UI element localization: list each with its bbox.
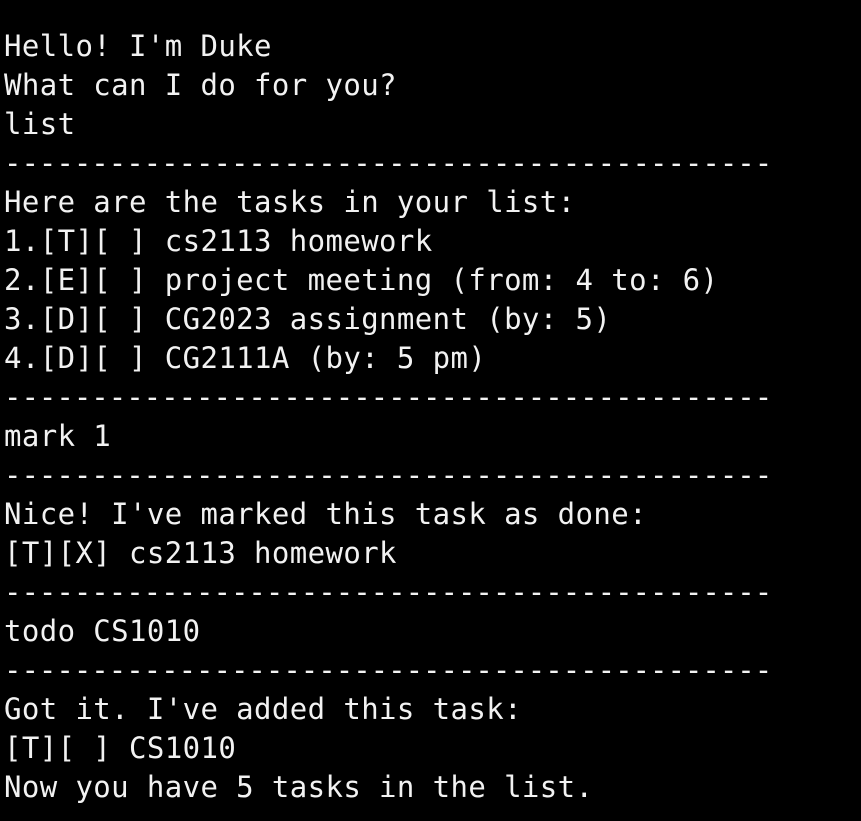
task-item: [T][X] cs2113 homework	[4, 536, 397, 570]
separator-line: ----------------------------------------…	[4, 575, 773, 609]
separator-line: ----------------------------------------…	[4, 653, 773, 687]
prompt-line: What can I do for you?	[4, 68, 397, 102]
response-header: Nice! I've marked this task as done:	[4, 497, 647, 531]
separator-line: ----------------------------------------…	[4, 807, 772, 821]
task-count-line: Now you have 5 tasks in the list.	[4, 770, 594, 804]
response-header: Got it. I've added this task:	[4, 692, 522, 726]
task-item: 3.[D][ ] CG2023 assignment (by: 5)	[4, 302, 612, 336]
response-header: Here are the tasks in your list:	[4, 185, 576, 219]
task-item: 2.[E][ ] project meeting (from: 4 to: 6)	[4, 263, 719, 297]
user-command: todo CS1010	[4, 614, 201, 648]
task-item: [T][ ] CS1010	[4, 731, 237, 765]
user-command: list	[4, 107, 76, 141]
terminal-window[interactable]: Hello! I'm Duke What can I do for you? l…	[0, 0, 861, 821]
task-item: 1.[T][ ] cs2113 homework	[4, 224, 433, 258]
user-command: mark 1	[4, 419, 112, 453]
terminal-output: Hello! I'm Duke What can I do for you? l…	[4, 0, 772, 821]
separator-line: ----------------------------------------…	[4, 380, 773, 414]
separator-line: ----------------------------------------…	[4, 458, 773, 492]
task-item: 4.[D][ ] CG2111A (by: 5 pm)	[4, 341, 487, 375]
greeting-line: Hello! I'm Duke	[4, 29, 272, 63]
separator-line: ----------------------------------------…	[4, 146, 773, 180]
